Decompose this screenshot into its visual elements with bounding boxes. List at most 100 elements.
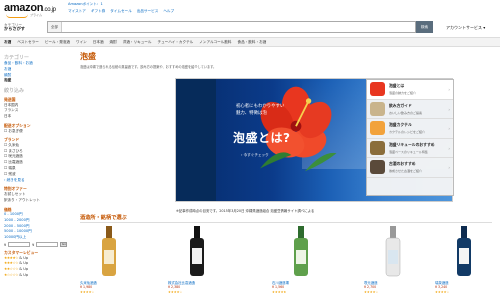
brand-see-more-link[interactable]: › 続きを見る	[4, 178, 70, 184]
sidebar-heading-refine: 絞り込み	[4, 88, 25, 95]
sidebar-cat-awamori: 泡盛	[4, 78, 12, 83]
price-go-button[interactable]: Go	[60, 242, 68, 248]
menu-item-what-is-awamori[interactable]: 泡盛とは 泡盛の魅力をご紹介 ›	[367, 80, 453, 100]
review-filter-1[interactable]: ★☆☆☆☆ & Up	[4, 273, 70, 279]
search-scope-select[interactable]: 全部	[48, 22, 62, 32]
nav-help[interactable]: ヘルプ	[163, 9, 174, 14]
glass-thumb-icon	[370, 101, 385, 116]
search-button[interactable]: 検索	[416, 21, 433, 33]
review-filter-label: & Up	[19, 272, 29, 277]
currency-symbol: ¥	[32, 242, 35, 247]
menu-item-title: 泡盛カクテル	[389, 122, 412, 127]
menu-item-subtitle: 泡盛ベースのリキュール特集	[389, 149, 428, 154]
category-dropdown[interactable]: カテゴリー からさがす	[4, 23, 25, 31]
chevron-right-icon: ›	[448, 165, 450, 170]
star-rating-icon: ★★☆☆☆	[4, 267, 19, 272]
banner-headline: 泡盛とは?	[233, 131, 291, 145]
nav-seller[interactable]: 出品サービス	[137, 9, 159, 14]
page-title: 泡盛	[80, 52, 96, 61]
bottle-image	[190, 226, 204, 276]
price-min-input[interactable]	[8, 242, 31, 248]
chevron-right-icon: ›	[448, 106, 450, 112]
star-rating-icon: ★★★☆☆	[4, 261, 19, 266]
nav-mystore[interactable]: マイストア	[68, 9, 86, 14]
product-card[interactable]: 石川酒造場 ¥ 1,560 ★★★★★	[272, 226, 332, 306]
chevron-right-icon: ›	[448, 126, 450, 131]
product-rating: ★★★★☆	[168, 290, 183, 294]
menu-item-drinking-guide[interactable]: 飲み方ガイド おいしい飲み方のご提案 ›	[367, 100, 453, 119]
product-price: ¥ 2,700	[364, 285, 377, 289]
currency-symbol: ¥	[4, 242, 7, 247]
bottle-image	[102, 226, 116, 276]
offer-item[interactable]: 訳あり・アウトレット	[4, 198, 70, 204]
star-rating-icon: ★☆☆☆☆	[4, 272, 19, 277]
brand-label: 久米仙	[8, 142, 20, 147]
delivery-checkbox[interactable]: ☐ お急ぎ便	[4, 129, 70, 135]
price-range-link[interactable]: 10000円以上	[4, 235, 70, 241]
prime-label: プライム	[30, 13, 42, 17]
header: amazon.co.jp プライム Amazonポイント：1 マイストア ギフト…	[0, 0, 500, 22]
catnav-beer[interactable]: ビール・発泡酒	[45, 40, 70, 45]
product-rating: ★★★★☆	[80, 290, 95, 294]
menu-item-subtitle: 泡盛の魅力をご紹介	[389, 91, 417, 95]
sidebar-heading-category: カテゴリー	[4, 55, 30, 61]
banner-menu: 泡盛とは 泡盛の魅力をご紹介 › 飲み方ガイド おいしい飲み方のご提案 › 泡盛…	[366, 79, 454, 196]
bottle-image	[294, 226, 308, 276]
review-filter-label: & Up	[19, 261, 29, 266]
catnav-liqueur[interactable]: 洋酒・リキュール	[123, 40, 152, 45]
menu-item-liqueur[interactable]: 泡盛リキュールのおすすめ 泡盛ベースのリキュール特集 ›	[367, 139, 453, 158]
kusu-thumb-icon	[370, 160, 385, 174]
product-rating: ★★★★☆	[435, 290, 450, 294]
bottle-image	[385, 226, 401, 277]
product-card[interactable]: 咲元酒造 ¥ 2,700 ★★★★☆	[364, 226, 424, 306]
product-price: ¥ 3,240	[435, 285, 448, 289]
banner-tree-shadow	[176, 79, 216, 201]
page-description: 泡盛は沖縄で造られる伝統の蒸留酒です。飲み方の提案や、おすすめの泡盛を紹介してい…	[80, 65, 217, 69]
banner-line-1: 初心者にもわかりやすい	[236, 104, 285, 109]
catnav-shochu[interactable]: 焼酎	[110, 40, 117, 45]
product-price: ¥ 2,380	[168, 285, 181, 289]
product-grid: 久米仙酒造 ¥ 1,980 ★★★★☆ 株式会社比嘉酒造 ¥ 2,380 ★★★…	[80, 226, 495, 306]
catnav-sake[interactable]: お酒	[4, 40, 11, 45]
points-link[interactable]: Amazonポイント：1	[68, 2, 103, 7]
top-nav: マイストア ギフト券 タイムセール 出品サービス ヘルプ	[68, 9, 174, 14]
product-rating: ★★★★★	[272, 290, 287, 294]
hibiscus-flower-icon	[260, 86, 337, 172]
catnav-wine[interactable]: ワイン	[76, 40, 87, 45]
banner-line-2: 魅力、特徴は泡	[236, 111, 267, 116]
menu-item-kusu[interactable]: 古酒のおすすめ 熟成させた古酒をご紹介 ›	[367, 158, 453, 178]
review-filter-label: & Up	[19, 255, 29, 260]
search-input[interactable]: 全部	[47, 21, 416, 33]
account-menu[interactable]: アカウントサービス ▾	[446, 25, 485, 31]
logo-suffix: .co.jp	[43, 7, 56, 13]
menu-item-subtitle: 熟成させた古酒をご紹介	[389, 169, 423, 173]
catnav-chuhai[interactable]: チューハイ・カクテル	[157, 40, 193, 45]
cocktail-thumb-icon	[370, 121, 385, 135]
review-filter-label: & Up	[19, 267, 29, 272]
category-label-main: からさがす	[4, 26, 25, 31]
catnav-bestseller[interactable]: ベストセラー	[17, 40, 39, 45]
product-card[interactable]: 瑞泉酒造 ¥ 3,240 ★★★★☆	[435, 226, 495, 306]
product-price: ¥ 1,560	[272, 285, 285, 289]
banner-cta-link[interactable]: › 今すぐチェック	[241, 153, 269, 158]
catnav-food[interactable]: 食品・飲料・お酒	[238, 40, 267, 45]
catnav-nonalcohol[interactable]: ノンアルコール飲料	[199, 40, 231, 45]
delivery-label: お急ぎ便	[8, 128, 23, 133]
menu-item-cocktail[interactable]: 泡盛カクテル カクテルのレシピをご紹介 ›	[367, 119, 453, 139]
price-max-input[interactable]	[36, 242, 59, 248]
catnav-nihonshu[interactable]: 日本酒	[93, 40, 104, 45]
menu-item-title: 古酒のおすすめ	[389, 161, 416, 166]
product-card[interactable]: 久米仙酒造 ¥ 1,980 ★★★★☆	[80, 226, 140, 306]
product-card[interactable]: 株式会社比嘉酒造 ¥ 2,380 ★★★★☆	[168, 226, 228, 306]
region-item[interactable]: 日本	[4, 114, 70, 120]
menu-item-title: 泡盛とは	[389, 83, 405, 88]
left-sidebar: カテゴリー 食品・飲料・お酒 お酒 焼酎 泡盛 絞り込み 発送国 日本国内 フラ…	[4, 51, 70, 279]
bottle-image	[457, 226, 471, 276]
logo-smile-icon	[6, 14, 28, 18]
menu-item-subtitle: カクテルのレシピをご紹介	[389, 130, 426, 134]
brand-label: 残波	[8, 171, 16, 176]
nav-timesale[interactable]: タイムセール	[110, 9, 132, 14]
nav-giftcard[interactable]: ギフト券	[91, 9, 105, 14]
star-rating-icon: ★★★★☆	[4, 255, 19, 260]
section-divider	[80, 222, 492, 223]
